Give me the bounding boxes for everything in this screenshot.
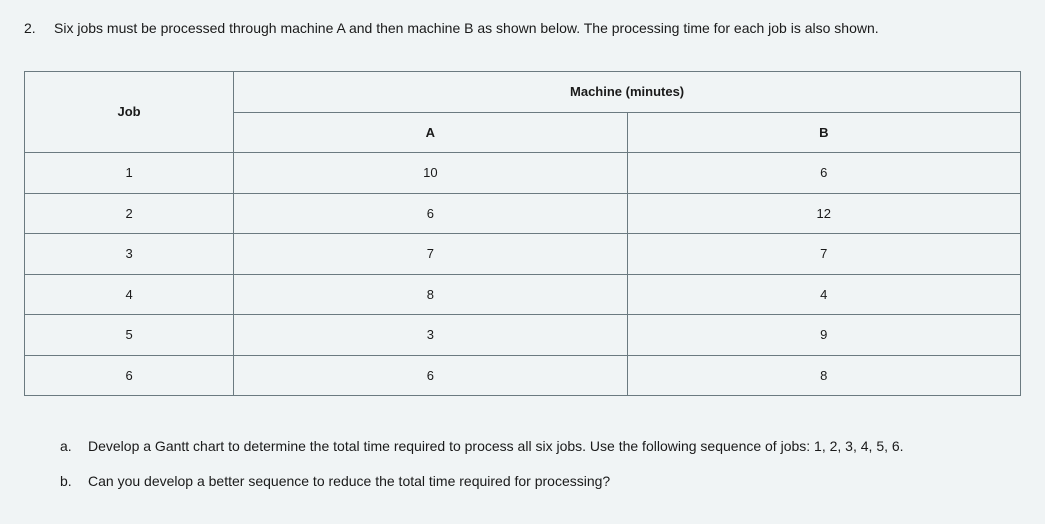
cell-machine-a: 8: [234, 274, 627, 315]
table-row: 4 8 4: [25, 274, 1021, 315]
cell-job: 2: [25, 193, 234, 234]
cell-machine-b: 4: [627, 274, 1020, 315]
table-row: 2 6 12: [25, 193, 1021, 234]
processing-time-table: Job Machine (minutes) A B 1 10 6 2 6 12 …: [24, 71, 1021, 396]
header-job: Job: [25, 72, 234, 153]
cell-job: 1: [25, 153, 234, 194]
question-number: 2.: [24, 18, 42, 39]
cell-machine-b: 6: [627, 153, 1020, 194]
table-row: 3 7 7: [25, 234, 1021, 275]
cell-machine-a: 6: [234, 193, 627, 234]
question-text: Six jobs must be processed through machi…: [54, 18, 1021, 39]
cell-job: 5: [25, 315, 234, 356]
sub-letter-b: b.: [60, 471, 76, 492]
cell-machine-b: 7: [627, 234, 1020, 275]
cell-machine-b: 12: [627, 193, 1020, 234]
subheader-machine-a: A: [234, 112, 627, 153]
sub-text-a: Develop a Gantt chart to determine the t…: [88, 436, 1021, 457]
question-header: 2. Six jobs must be processed through ma…: [24, 18, 1021, 39]
table-row: 6 6 8: [25, 355, 1021, 396]
cell-machine-b: 8: [627, 355, 1020, 396]
cell-job: 6: [25, 355, 234, 396]
sub-text-b: Can you develop a better sequence to red…: [88, 471, 1021, 492]
sub-letter-a: a.: [60, 436, 76, 457]
sub-question-b: b. Can you develop a better sequence to …: [60, 471, 1021, 492]
cell-machine-a: 7: [234, 234, 627, 275]
table-row: 5 3 9: [25, 315, 1021, 356]
cell-machine-b: 9: [627, 315, 1020, 356]
table-row: 1 10 6: [25, 153, 1021, 194]
cell-job: 3: [25, 234, 234, 275]
cell-machine-a: 3: [234, 315, 627, 356]
sub-question-a: a. Develop a Gantt chart to determine th…: [60, 436, 1021, 457]
cell-job: 4: [25, 274, 234, 315]
subheader-machine-b: B: [627, 112, 1020, 153]
sub-questions: a. Develop a Gantt chart to determine th…: [24, 436, 1021, 492]
cell-machine-a: 10: [234, 153, 627, 194]
cell-machine-a: 6: [234, 355, 627, 396]
header-machine: Machine (minutes): [234, 72, 1021, 113]
table-header-row-1: Job Machine (minutes): [25, 72, 1021, 113]
